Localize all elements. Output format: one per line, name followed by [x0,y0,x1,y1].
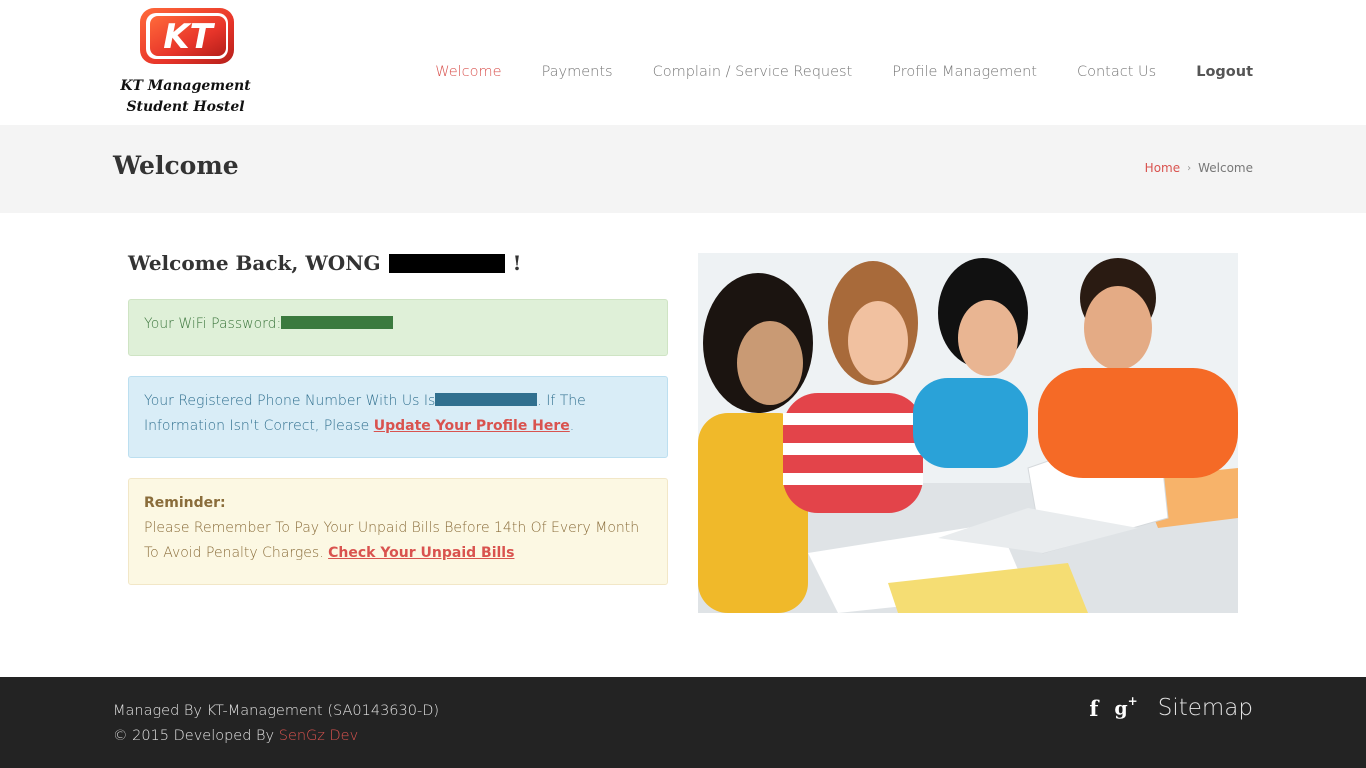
unpaid-bills-link[interactable]: Check Your Unpaid Bills [328,545,514,561]
reminder-title: Reminder: [144,495,226,511]
redacted-phone-number [435,393,538,406]
main-content: Welcome Back, WONG ! Your WiFi Password:… [0,213,1366,677]
svg-text:KT: KT [163,17,215,57]
footer-developed-prefix: © 2015 Developed By [113,728,275,744]
kt-logo-icon: KT [140,8,234,64]
footer-managed-by: Managed By KT-Management (SA0143630-D) [113,703,440,719]
wifi-password-alert: Your WiFi Password: [128,299,668,356]
breadcrumb-current: Welcome [1198,161,1253,175]
main-nav: Welcome Payments Complain / Service Requ… [395,62,1253,82]
redacted-name [388,253,505,273]
phone-number-alert: Your Registered Phone Number With Us Is.… [128,376,668,458]
wifi-password-label: Your WiFi Password: [144,316,282,332]
logo-line-1: KT Management [120,78,251,94]
nav-complain-service-request[interactable]: Complain / Service Request [653,62,853,82]
reminder-alert: Reminder: Please Remember To Pay Your Un… [128,478,668,585]
logo-text: KT Management Student Hostel [118,76,253,118]
welcome-heading: Welcome Back, WONG ! [128,251,521,275]
google-plus-glyph: g [1114,697,1128,720]
welcome-exclamation: ! [512,251,522,275]
students-photo-illustration [698,253,1238,613]
facebook-icon[interactable]: f [1089,696,1098,721]
update-profile-link[interactable]: Update Your Profile Here [374,418,570,434]
sitemap-link[interactable]: Sitemap [1158,695,1253,721]
phone-period: . [569,418,575,434]
page-title: Welcome [113,151,239,180]
site-header: KT KT Management Student Hostel Welcome … [0,0,1366,125]
phone-label: Your Registered Phone Number With Us Is [144,393,436,409]
students-photo [698,253,1238,613]
nav-profile-management[interactable]: Profile Management [892,62,1037,82]
nav-payments[interactable]: Payments [542,62,613,82]
footer-links: f g+ Sitemap [1089,694,1253,721]
logo-line-2: Student Hostel [126,99,245,115]
footer-developed-by: © 2015 Developed By SenGz Dev [113,724,439,749]
site-footer: Managed By KT-Management (SA0143630-D) ©… [0,677,1366,768]
redacted-wifi-password [281,316,394,329]
nav-welcome[interactable]: Welcome [435,62,501,82]
footer-credits: Managed By KT-Management (SA0143630-D) ©… [113,699,439,749]
site-logo[interactable]: KT KT Management Student Hostel [118,6,253,118]
nav-contact-us[interactable]: Contact Us [1077,62,1156,82]
breadcrumb-separator: › [1187,162,1192,174]
developer-link[interactable]: SenGz Dev [279,728,358,744]
google-plus-icon[interactable]: g+ [1114,694,1138,720]
nav-logout[interactable]: Logout [1196,62,1253,82]
page-title-bar: Welcome Home › Welcome [0,125,1366,213]
google-plus-sup: + [1127,694,1138,709]
breadcrumb-home[interactable]: Home [1145,161,1180,175]
breadcrumb: Home › Welcome [1145,161,1253,175]
welcome-greeting: Welcome Back, WONG [128,251,381,275]
